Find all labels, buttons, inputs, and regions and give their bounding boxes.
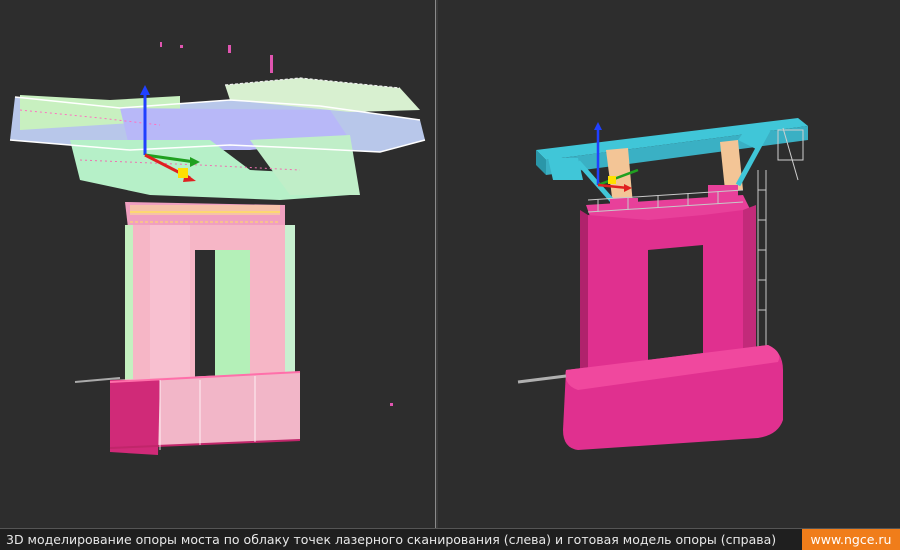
point-cloud-base [74,371,301,455]
caption-bar: 3D моделирование опоры моста по облаку т… [0,528,900,550]
point-cloud-pier-cap [125,202,285,228]
point-cloud-deck [9,77,426,200]
caption-text: 3D моделирование опоры моста по облаку т… [6,532,777,547]
point-cloud-pier-columns [125,225,295,385]
brand-link[interactable]: www.ngce.ru [802,529,900,550]
model-base [517,345,783,450]
model-deck-beams [536,118,808,180]
point-cloud-scene [9,42,426,455]
model-viewport[interactable] [438,0,900,528]
pier-model-scene [517,118,808,450]
point-cloud-viewport[interactable] [0,0,435,528]
